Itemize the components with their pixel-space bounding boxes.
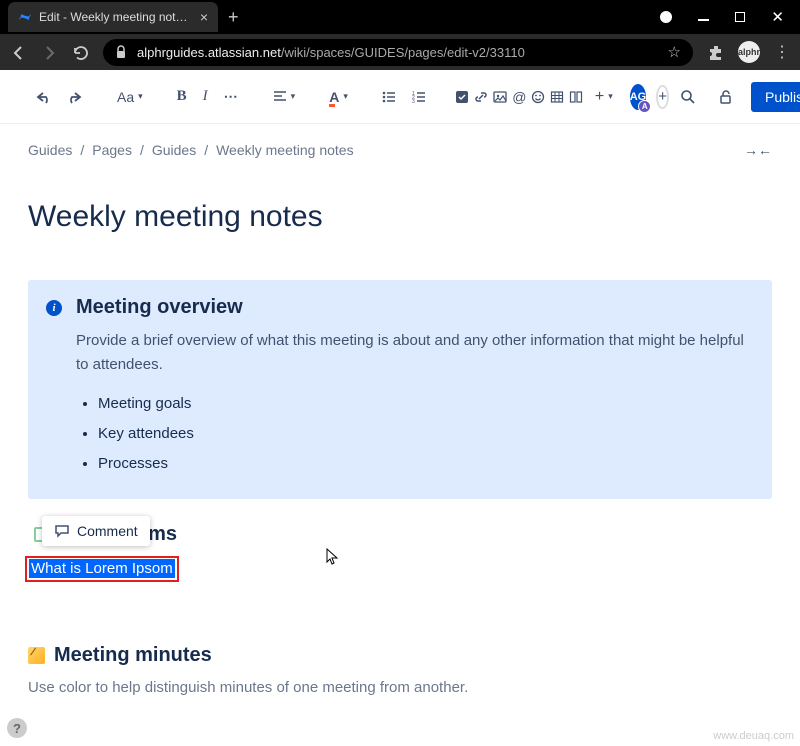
page-title[interactable]: Weekly meeting notes: [28, 200, 772, 234]
meeting-minutes-heading[interactable]: Meeting minutes: [28, 644, 772, 667]
panel-description[interactable]: Provide a brief overview of what this me…: [76, 329, 752, 377]
table-icon[interactable]: [550, 89, 565, 104]
window-controls: ✕: [660, 8, 792, 26]
comment-popup[interactable]: Comment: [42, 516, 150, 546]
mention-icon[interactable]: @: [512, 89, 527, 104]
extensions-icon[interactable]: [707, 44, 724, 61]
new-tab-button[interactable]: +: [228, 7, 239, 28]
url-text: alphrguides.atlassian.net/wiki/spaces/GU…: [137, 45, 525, 60]
cursor-icon: [326, 548, 340, 566]
user-avatar[interactable]: AGA: [630, 84, 647, 110]
back-icon[interactable]: [10, 44, 27, 61]
meeting-minutes-desc[interactable]: Use color to help distinguish minutes of…: [28, 679, 772, 696]
list-item[interactable]: Processes: [98, 449, 752, 479]
svg-text:3: 3: [412, 99, 415, 103]
tab-title: Edit - Weekly meeting notes - Gu: [39, 10, 193, 24]
list-item[interactable]: Key attendees: [98, 419, 752, 449]
breadcrumb-link[interactable]: Pages: [92, 142, 132, 158]
text-style-dropdown[interactable]: Aa▾: [112, 84, 148, 110]
record-icon[interactable]: [660, 11, 672, 23]
comment-label: Comment: [77, 523, 138, 539]
collapse-icon[interactable]: →←: [744, 142, 772, 158]
reload-icon[interactable]: [72, 44, 89, 61]
close-window-icon[interactable]: ✕: [771, 8, 784, 26]
image-icon[interactable]: [493, 89, 508, 104]
info-panel[interactable]: i Meeting overview Provide a brief overv…: [28, 280, 772, 499]
chrome-menu-icon[interactable]: ⋮: [774, 42, 790, 62]
undo-button[interactable]: [30, 85, 58, 109]
text-color-dropdown[interactable]: A▾: [324, 84, 353, 110]
action-item-icon[interactable]: [455, 89, 470, 104]
more-formatting-button[interactable]: ⋯: [219, 83, 244, 110]
action-items-section: Comment Action items What is Lorem Ipsom: [28, 523, 772, 582]
numbered-list-button[interactable]: 123: [407, 86, 431, 108]
publish-button[interactable]: Publish: [751, 82, 800, 112]
breadcrumb-link[interactable]: Weekly meeting notes: [216, 142, 353, 158]
bold-button[interactable]: B: [172, 83, 192, 110]
invite-button[interactable]: +: [656, 85, 669, 109]
info-icon: i: [46, 300, 62, 316]
breadcrumbs: Guides/ Pages/ Guides/ Weekly meeting no…: [28, 142, 772, 158]
breadcrumb-link[interactable]: Guides: [28, 142, 72, 158]
help-icon[interactable]: ?: [7, 718, 27, 738]
editor-content: Guides/ Pages/ Guides/ Weekly meeting no…: [0, 124, 800, 714]
selected-text[interactable]: What is Lorem Ipsom: [29, 559, 175, 578]
bullet-list-button[interactable]: [377, 86, 401, 108]
emoji-icon[interactable]: [531, 89, 546, 104]
minimize-icon[interactable]: [698, 19, 709, 21]
url-box[interactable]: alphrguides.atlassian.net/wiki/spaces/GU…: [103, 39, 693, 66]
profile-avatar[interactable]: alphr: [738, 41, 760, 63]
star-icon[interactable]: ☆: [668, 43, 681, 61]
align-dropdown[interactable]: ▾: [268, 86, 301, 108]
panel-heading[interactable]: Meeting overview: [76, 296, 752, 319]
editor-toolbar: Aa▾ B I ⋯ ▾ A▾ 123 @ +▾ AGA + Publish Cl…: [0, 70, 800, 124]
browser-tab[interactable]: Edit - Weekly meeting notes - Gu ×: [8, 2, 218, 32]
notes-icon: [28, 647, 45, 664]
layouts-icon[interactable]: [569, 89, 584, 104]
insert-more-dropdown[interactable]: +▾: [590, 83, 618, 111]
redo-button[interactable]: [60, 85, 88, 109]
insert-icons-group: @: [455, 89, 584, 104]
confluence-favicon: [18, 10, 32, 24]
panel-list[interactable]: Meeting goals Key attendees Processes: [76, 389, 752, 479]
lock-icon: [115, 45, 127, 59]
watermark: www.deuaq.com: [713, 730, 794, 742]
window-titlebar: Edit - Weekly meeting notes - Gu × + ✕: [0, 0, 800, 34]
breadcrumb-link[interactable]: Guides: [152, 142, 196, 158]
browser-address-bar: alphrguides.atlassian.net/wiki/spaces/GU…: [0, 34, 800, 70]
italic-button[interactable]: I: [198, 83, 213, 110]
maximize-icon[interactable]: [735, 12, 745, 22]
restrictions-icon[interactable]: [713, 84, 739, 110]
comment-icon: [54, 524, 70, 538]
meeting-minutes-section: Meeting minutes Use color to help distin…: [28, 644, 772, 696]
selection-highlight-box: What is Lorem Ipsom: [25, 556, 179, 582]
list-item[interactable]: Meeting goals: [98, 389, 752, 419]
forward-icon[interactable]: [41, 44, 58, 61]
find-icon[interactable]: [675, 84, 701, 110]
link-icon[interactable]: [474, 89, 489, 104]
tab-close-icon[interactable]: ×: [200, 9, 208, 25]
